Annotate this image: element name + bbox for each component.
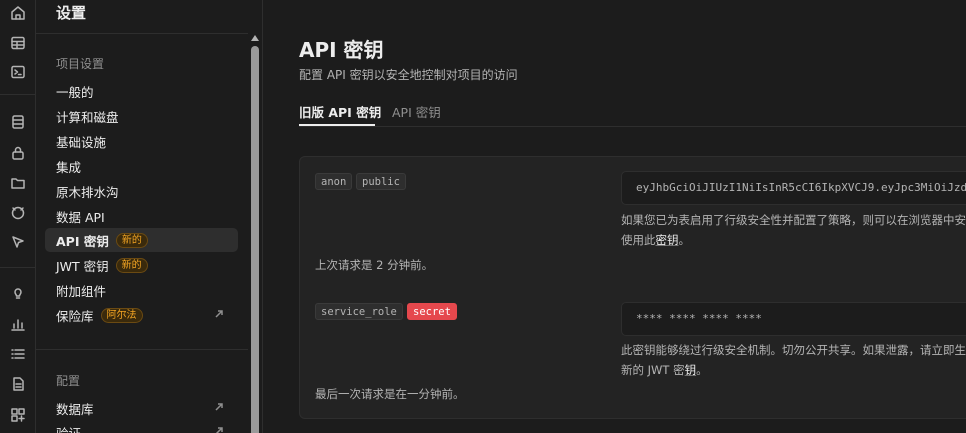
table-icon[interactable] — [6, 31, 30, 55]
document-icon[interactable] — [6, 372, 30, 396]
alpha-badge: 阿尔法 — [100, 307, 143, 323]
key-tag-service-role: service_role — [315, 303, 403, 320]
sidebar-item-label: 数据库 — [56, 401, 94, 417]
sidebar-item-integrations[interactable]: 集成 — [45, 154, 238, 178]
key-tag-secret: secret — [407, 303, 457, 320]
sidebar-item-compute-disk[interactable]: 计算和磁盘 — [45, 104, 238, 128]
sidebar-item-label: 验证 — [56, 425, 82, 433]
chart-icon[interactable] — [6, 312, 30, 336]
folder-icon[interactable] — [6, 171, 30, 195]
tabs-divider — [299, 126, 966, 127]
sidebar-item-label: 集成 — [56, 159, 82, 175]
service-role-key-field[interactable]: **** **** **** **** — [621, 302, 966, 336]
sidebar-item-label: JWT 密钥 — [56, 258, 109, 274]
sidebar-item-log-drains[interactable]: 原木排水沟 — [45, 179, 238, 203]
note-end: 。 — [678, 233, 691, 247]
key-tag-anon: anon — [315, 173, 353, 190]
sidebar-scrollbar[interactable] — [248, 32, 262, 433]
rail-divider — [0, 94, 36, 95]
database-icon[interactable] — [6, 110, 30, 134]
api-keys-card: anon public eyJhbGciOiJIUzI1NiIsInR5cCI6… — [299, 156, 966, 419]
sidebar-item-label: 数据 API — [56, 209, 105, 225]
note-text: 此密钥能够绕过行级安全机制。切勿公开共享。如果泄露，请立即生成新的 JWT 密 — [621, 343, 966, 377]
key-tag-public: public — [356, 173, 406, 190]
sidebar-item-general[interactable]: 一般的 — [45, 79, 238, 103]
note-end: 。 — [696, 363, 708, 377]
sidebar-divider — [36, 349, 251, 350]
sidebar-item-label: 附加组件 — [56, 283, 107, 299]
anon-key-note: 如果您已为表启用了行级安全性并配置了策略，则可以在浏览器中安全使用此密钥。 — [621, 210, 966, 250]
sidebar-item-label: 原木排水沟 — [56, 184, 119, 200]
sidebar-header-divider — [36, 33, 262, 34]
page-subtitle: 配置 API 密钥以安全地控制对项目的访问 — [299, 68, 518, 82]
home-icon[interactable] — [6, 1, 30, 25]
cursor-icon[interactable] — [6, 230, 30, 254]
sidebar-item-label: API 密钥 — [56, 233, 109, 249]
sidebar-item-auth[interactable]: 验证 — [45, 420, 238, 433]
icon-rail — [0, 0, 36, 433]
tab-api-keys[interactable]: API 密钥 — [392, 102, 441, 126]
sidebar-item-data-api[interactable]: 数据 API — [45, 204, 238, 228]
service-role-key-note: 此密钥能够绕过行级安全机制。切勿公开共享。如果泄露，请立即生成新的 JWT 密钥… — [621, 340, 966, 380]
service-role-last-request: 最后一次请求是在一分钟前。 — [315, 387, 465, 401]
main-content: API 密钥 配置 API 密钥以安全地控制对项目的访问 旧版 API 密钥 A… — [264, 0, 966, 433]
anon-key-field[interactable]: eyJhbGciOiJIUzI1NiIsInR5cCI6IkpXVCJ9.eyJ… — [621, 171, 966, 205]
new-badge: 新的 — [115, 257, 148, 273]
scrollbar-thumb[interactable] — [251, 46, 259, 433]
sidebar-title: 设置 — [56, 4, 87, 22]
scroll-up-arrow-icon[interactable] — [251, 35, 259, 41]
sidebar-item-jwt-keys[interactable]: JWT 密钥 新的 — [45, 253, 238, 277]
sidebar-item-add-ons[interactable]: 附加组件 — [45, 278, 238, 302]
group-label-configuration: 配置 — [56, 374, 81, 388]
sidebar-item-database[interactable]: 数据库 — [45, 396, 238, 420]
list-icon[interactable] — [6, 342, 30, 366]
settings-sidebar: 设置 项目设置 一般的 计算和磁盘 基础设施 集成 原木排水沟 数据 API A… — [36, 0, 263, 433]
new-badge: 新的 — [115, 232, 148, 248]
sidebar-item-infrastructure[interactable]: 基础设施 — [45, 129, 238, 153]
sidebar-item-vault[interactable]: 保险库 阿尔法 — [45, 303, 238, 327]
rail-divider — [0, 267, 36, 268]
external-link-icon — [214, 424, 226, 433]
note-link[interactable]: 密钥 — [656, 233, 679, 247]
sidebar-item-api-keys[interactable]: API 密钥 新的 — [45, 228, 238, 252]
external-link-icon — [214, 307, 226, 319]
sidebar-item-label: 保险库 — [56, 308, 94, 324]
anon-last-request: 上次请求是 2 分钟前。 — [315, 258, 434, 272]
realtime-icon[interactable] — [6, 201, 30, 225]
page-title: API 密钥 — [299, 38, 384, 62]
sidebar-item-label: 计算和磁盘 — [56, 109, 119, 125]
external-link-icon — [214, 400, 226, 412]
lightbulb-icon[interactable] — [6, 281, 30, 305]
terminal-icon[interactable] — [6, 60, 30, 84]
note-link[interactable]: 钥 — [685, 363, 697, 377]
integrations-icon[interactable] — [6, 403, 30, 427]
lock-icon[interactable] — [6, 141, 30, 165]
group-label-project-settings: 项目设置 — [56, 57, 105, 71]
tab-legacy-api-keys[interactable]: 旧版 API 密钥 — [299, 102, 381, 126]
sidebar-item-label: 一般的 — [56, 84, 94, 100]
sidebar-item-label: 基础设施 — [56, 134, 107, 150]
